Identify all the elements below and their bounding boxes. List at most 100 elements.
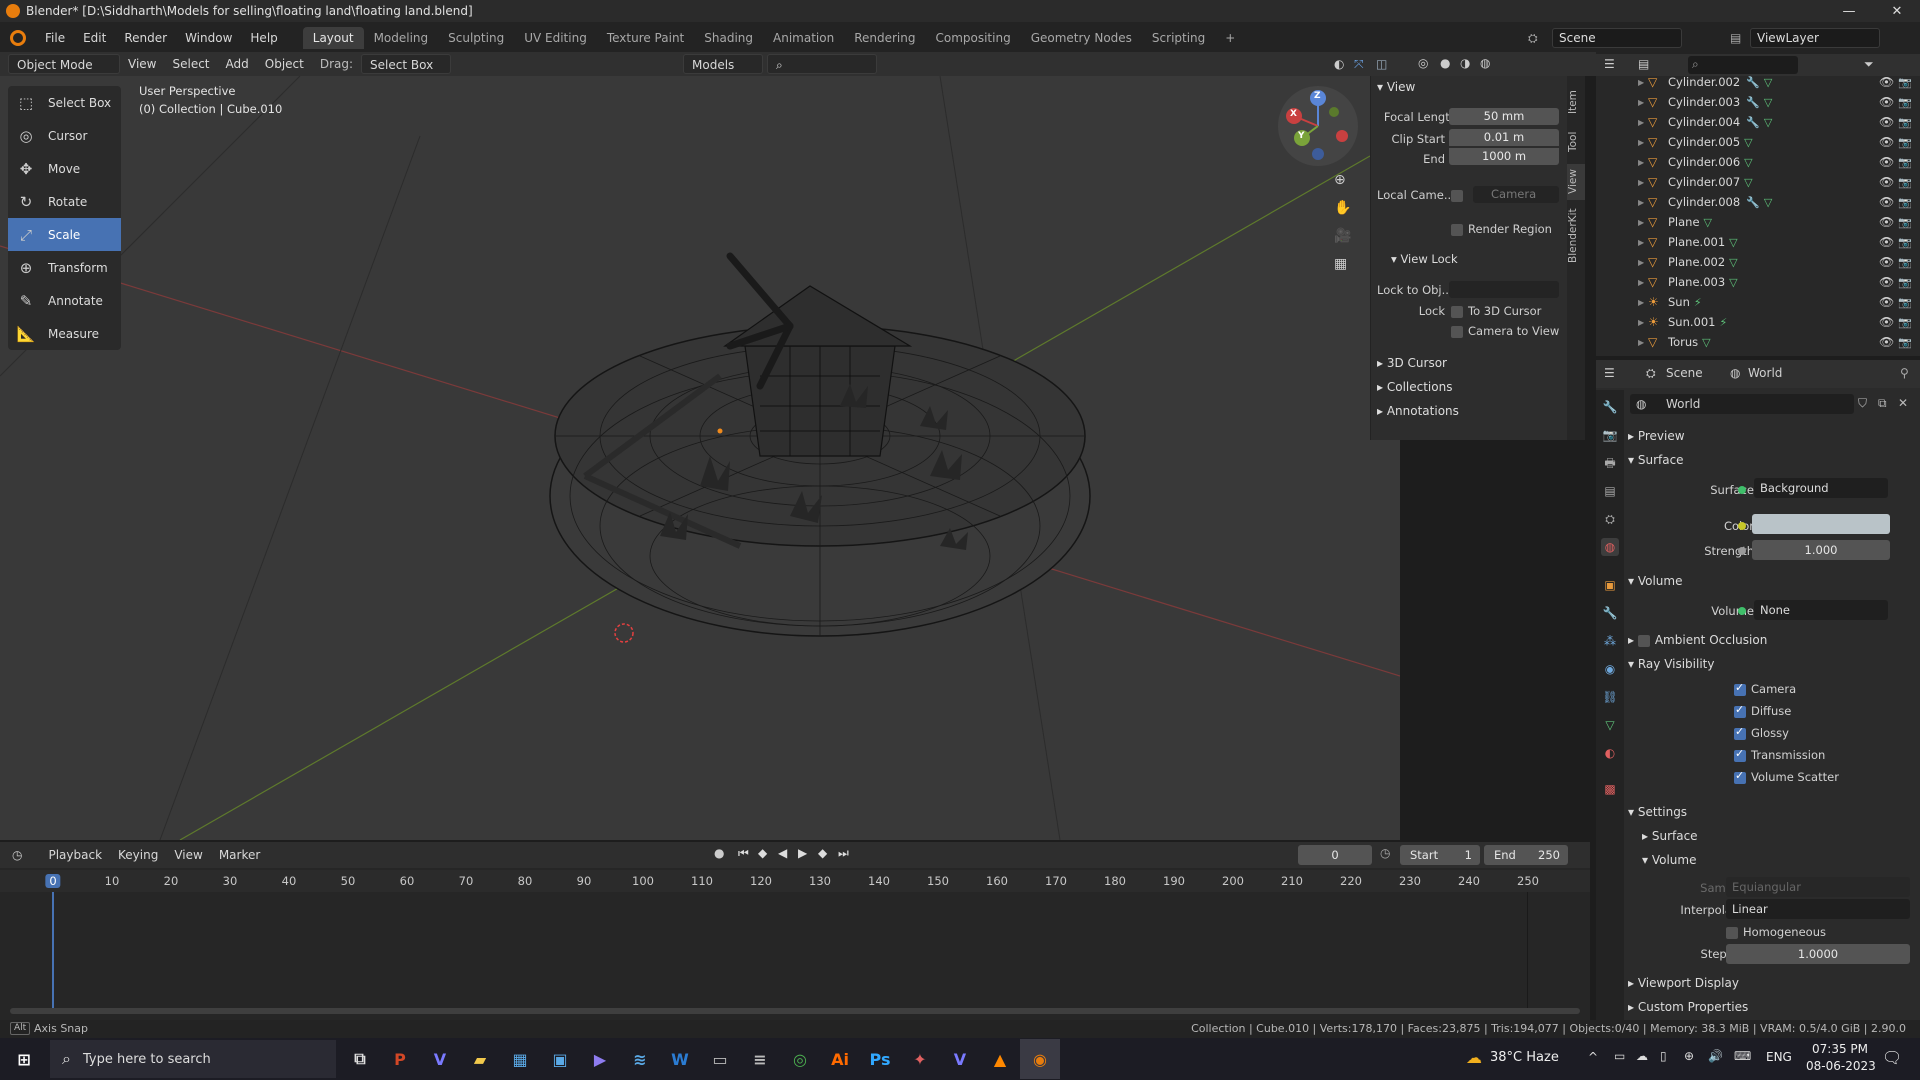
surface-panel-header[interactable]: ▾ Surface [1628,453,1684,467]
expand-arrow-icon[interactable]: ▶ [1638,178,1648,187]
minimize-button[interactable]: — [1826,0,1872,22]
calculator-icon[interactable]: ▦ [500,1039,540,1079]
visibility-eye-icon[interactable]: 👁 [1879,195,1894,209]
menu-playback[interactable]: Playback [40,845,110,865]
outliner-object-name[interactable]: Sun [1668,295,1690,309]
outliner-object-name[interactable]: Plane.001 [1668,235,1725,249]
keyboard-icon[interactable]: ⌨ [1734,1049,1751,1063]
playhead-line[interactable] [52,892,54,1010]
clock-date[interactable]: 08-06-2023 [1806,1059,1876,1073]
interpolation-dropdown[interactable]: Linear [1726,899,1910,919]
zoom-icon[interactable]: ⊕ [1334,172,1346,188]
ambient-occlusion-checkbox[interactable] [1637,634,1650,647]
mesh-data-icon[interactable]: ▽ [1764,116,1772,129]
visibility-eye-icon[interactable]: 👁 [1879,295,1894,309]
outliner-object-name[interactable]: Cylinder.007 [1668,175,1740,189]
light-data-icon[interactable]: ⚡ [1694,296,1702,309]
play-icon[interactable]: ▶ [798,846,807,860]
tab-compositing[interactable]: Compositing [925,27,1020,49]
ray-visibility-checkbox[interactable]: Diffuse [1734,703,1791,718]
outliner-object-name[interactable]: Cylinder.004 [1668,115,1740,129]
outliner-row[interactable]: ▶ ▽ Cylinder.008 🔧 ▽ 👁 📷 [1596,192,1920,212]
language-indicator[interactable]: ENG [1766,1050,1792,1064]
outliner-object-name[interactable]: Plane.002 [1668,255,1725,269]
texture-tab-icon[interactable]: ▩ [1601,780,1619,798]
homogeneous-checkbox[interactable]: Homogeneous [1726,925,1826,939]
vector-app-icon[interactable]: V [420,1039,460,1079]
mode-dropdown[interactable]: Object Mode [8,54,120,74]
mesh-data-icon[interactable]: ▽ [1744,156,1752,169]
mesh-data-icon[interactable]: ▽ [1729,256,1737,269]
powerpoint-icon[interactable]: P [380,1039,420,1079]
light-data-icon[interactable]: ⚡ [1719,316,1727,329]
render-camera-icon[interactable]: 📷 [1898,136,1912,149]
outliner-object-name[interactable]: Cylinder.006 [1668,155,1740,169]
visibility-eye-icon[interactable]: 👁 [1879,115,1894,129]
render-camera-icon[interactable]: 📷 [1898,336,1912,349]
app-icon[interactable]: ▭ [700,1039,740,1079]
media-player-icon[interactable]: ▶ [580,1039,620,1079]
mesh-data-icon[interactable]: ▽ [1702,336,1710,349]
tab-uv-editing[interactable]: UV Editing [514,27,597,49]
render-camera-icon[interactable]: 📷 [1898,216,1912,229]
settings-volume-subpanel[interactable]: ▾ Volume [1642,853,1696,867]
tab-item[interactable]: Item [1567,84,1585,120]
tab-animation[interactable]: Animation [763,27,844,49]
render-camera-icon[interactable]: 📷 [1898,296,1912,309]
output-tab-icon[interactable]: 🖶 [1601,454,1619,472]
clip-start-field[interactable]: 0.01 m [1449,129,1559,146]
tool-tab-icon[interactable]: 🔧 [1601,398,1619,416]
volume-shader-field[interactable]: None [1754,600,1888,620]
render-camera-icon[interactable]: 📷 [1898,316,1912,329]
tab-modeling[interactable]: Modeling [364,27,439,49]
outliner-row[interactable]: ▶ ▽ Plane ▽ 👁 📷 [1596,212,1920,232]
weather-text[interactable]: 38°C Haze [1490,1050,1559,1065]
visibility-eye-icon[interactable]: 👁 [1879,315,1894,329]
scene-selector[interactable]: Scene [1552,28,1682,48]
outliner-object-name[interactable]: Cylinder.005 [1668,135,1740,149]
expand-arrow-icon[interactable]: ▶ [1638,318,1648,327]
material-shading-icon[interactable]: ◑ [1460,56,1470,70]
app-icon[interactable]: ✦ [900,1039,940,1079]
timeline-ruler[interactable]: 0 10 20 30 40 50 60 70 80 90 100 110 120 130 140 150 160… [0,870,1590,892]
visibility-eye-icon[interactable]: 👁 [1879,175,1894,189]
visibility-eye-icon[interactable]: 👁 [1879,215,1894,229]
start-frame-field[interactable]: Start 1 [1400,845,1480,865]
scene-tab-icon[interactable]: ⛭ [1601,510,1619,528]
clip-end-field[interactable]: 1000 m [1449,148,1559,165]
expand-arrow-icon[interactable]: ▶ [1638,158,1648,167]
network-icon[interactable]: ▭ [1614,1049,1625,1063]
volume-panel-header[interactable]: ▾ Volume [1628,574,1682,588]
world-datablock-field[interactable]: ◍ World [1630,394,1854,414]
menu-select[interactable]: Select [164,54,217,74]
illustrator-icon[interactable]: Ai [820,1039,860,1079]
render-camera-icon[interactable]: 📷 [1898,176,1912,189]
notifications-icon[interactable]: 🗨 [1882,1048,1902,1067]
outliner-row[interactable]: ▶ ▽ Plane.003 ▽ 👁 📷 [1596,272,1920,292]
photoshop-icon[interactable]: Ps [860,1039,900,1079]
object-tab-icon[interactable]: ▣ [1601,576,1619,594]
filter-icon[interactable]: ⏷ [1864,57,1874,72]
timeline-scrollbar[interactable] [10,1008,1580,1014]
collections-panel-header[interactable]: ▸ Collections [1377,380,1452,394]
clock-time[interactable]: 07:35 PM [1812,1042,1868,1056]
tool-cursor[interactable]: ◎ Cursor [8,119,121,152]
tool-transform[interactable]: ⊕ Transform [8,251,121,284]
battery-icon[interactable]: ▯ [1660,1049,1667,1063]
expand-arrow-icon[interactable]: ▶ [1638,298,1648,307]
overlay-icon[interactable]: ◐ [1334,57,1344,71]
settings-panel-header[interactable]: ▾ Settings [1628,805,1687,819]
mesh-data-icon[interactable]: ▽ [1764,76,1772,89]
expand-arrow-icon[interactable]: ▶ [1638,78,1648,87]
tool-measure[interactable]: 📐 Measure [8,317,121,350]
windows-start-icon[interactable]: ⊞ [0,1039,48,1079]
render-camera-icon[interactable]: 📷 [1898,236,1912,249]
world-color-swatch[interactable] [1752,514,1890,534]
tool-rotate[interactable]: ↻ Rotate [8,185,121,218]
camera-to-view-checkbox[interactable]: Camera to View [1451,324,1559,338]
render-camera-icon[interactable]: 📷 [1898,156,1912,169]
expand-arrow-icon[interactable]: ▶ [1638,278,1648,287]
volume-icon[interactable]: 🔊 [1708,1049,1723,1063]
breadcrumb-world[interactable]: World [1748,366,1782,380]
tab-view[interactable]: View [1567,164,1585,200]
